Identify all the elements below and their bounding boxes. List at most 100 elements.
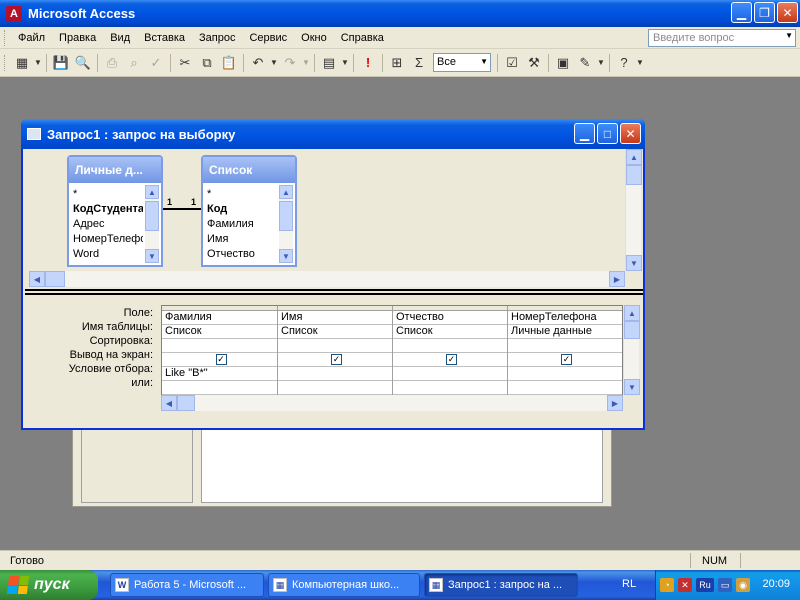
grid-cell-field[interactable]: Фамилия	[162, 311, 277, 325]
grid-cell-table[interactable]: Список	[162, 325, 277, 339]
chevron-down-icon[interactable]: ▼	[480, 57, 488, 66]
chevron-down-icon[interactable]: ▼	[301, 52, 311, 74]
scroll-up-icon[interactable]: ▲	[279, 185, 293, 199]
builder-icon[interactable]: ⚒	[523, 52, 545, 74]
grid-column[interactable]: Отчество Список ✓	[393, 306, 508, 396]
redo-icon[interactable]: ↷	[279, 52, 301, 74]
scroll-down-icon[interactable]: ▼	[624, 379, 640, 395]
minimize-button[interactable]: ▁	[731, 2, 752, 23]
scroll-up-icon[interactable]: ▲	[624, 305, 640, 321]
field-item[interactable]: *	[71, 187, 143, 202]
field-item[interactable]: Word	[71, 247, 143, 262]
new-object-icon[interactable]: ✎	[574, 52, 596, 74]
field-item[interactable]: Код	[205, 202, 277, 217]
scroll-up-icon[interactable]: ▲	[626, 149, 642, 165]
table-pane-vscroll[interactable]: ▲ ▼	[625, 149, 642, 271]
chevron-down-icon[interactable]: ▼	[340, 52, 350, 74]
chevron-down-icon[interactable]: ▼	[269, 52, 279, 74]
scroll-down-icon[interactable]: ▼	[279, 249, 293, 263]
field-item[interactable]: Адрес	[71, 217, 143, 232]
field-list-scrollbar[interactable]: ▲ ▼	[145, 185, 159, 263]
query-minimize-button[interactable]: ▁	[574, 123, 595, 144]
scroll-left-icon[interactable]: ◀	[29, 271, 45, 287]
tray-app-icon[interactable]: ◔	[660, 578, 674, 592]
properties-icon[interactable]: ☑	[501, 52, 523, 74]
menu-edit[interactable]: Правка	[52, 32, 103, 44]
scroll-thumb[interactable]	[624, 321, 640, 339]
menu-window[interactable]: Окно	[294, 32, 334, 44]
copy-icon[interactable]: ⧉	[196, 52, 218, 74]
grid-cell-criteria[interactable]	[278, 367, 392, 381]
database-window-icon[interactable]: ▣	[552, 52, 574, 74]
chevron-down-icon[interactable]: ▼	[635, 52, 645, 74]
grid-cell-field[interactable]: Имя	[278, 311, 392, 325]
field-item[interactable]: НомерТелефона	[71, 232, 143, 247]
grid-cell-sort[interactable]	[393, 339, 507, 353]
scroll-up-icon[interactable]: ▲	[145, 185, 159, 199]
close-button[interactable]: ✕	[777, 2, 798, 23]
show-checkbox[interactable]: ✓	[215, 354, 227, 365]
scroll-right-icon[interactable]: ▶	[607, 395, 623, 411]
grid-cell-field[interactable]: Отчество	[393, 311, 507, 325]
help-icon[interactable]: ?	[613, 52, 635, 74]
cut-icon[interactable]: ✂	[174, 52, 196, 74]
task-database[interactable]: ▦ Компьютерная шко...	[268, 573, 420, 597]
grid-cell-criteria[interactable]	[393, 367, 507, 381]
query-window-title-bar[interactable]: Запрос1 : запрос на выборку ▁ □ ✕	[21, 119, 645, 149]
totals-icon[interactable]: Σ	[408, 52, 430, 74]
table-pane-hscroll[interactable]: ◀ ▶	[29, 271, 625, 287]
grid-column[interactable]: Фамилия Список ✓ Like "В*"	[162, 306, 278, 396]
pane-splitter[interactable]	[25, 289, 643, 295]
scroll-down-icon[interactable]: ▼	[145, 249, 159, 263]
run-icon[interactable]: !	[357, 52, 379, 74]
menu-view[interactable]: Вид	[103, 32, 137, 44]
field-item[interactable]: Отчество	[205, 247, 277, 262]
scroll-down-icon[interactable]: ▼	[626, 255, 642, 271]
menu-tools[interactable]: Сервис	[242, 32, 294, 44]
field-item[interactable]: Фамилия	[205, 217, 277, 232]
restore-button[interactable]: ❐	[754, 2, 775, 23]
table-pane[interactable]: Личные д... * КодСтудента Адрес НомерТел…	[25, 149, 643, 287]
grid-cell-or[interactable]	[278, 381, 392, 395]
show-table-icon[interactable]: ⊞	[386, 52, 408, 74]
grid-cell-field[interactable]: НомерТелефона	[508, 311, 622, 325]
grid-cell-sort[interactable]	[278, 339, 392, 353]
field-item[interactable]: Имя	[205, 232, 277, 247]
language-indicator[interactable]: RL	[622, 578, 636, 590]
grid-cell-sort[interactable]	[162, 339, 277, 353]
menu-insert[interactable]: Вставка	[137, 32, 192, 44]
start-button[interactable]: пуск	[0, 570, 98, 600]
chevron-down-icon[interactable]: ▼	[596, 52, 606, 74]
field-list-scrollbar[interactable]: ▲ ▼	[279, 185, 293, 263]
show-checkbox[interactable]: ✓	[446, 354, 457, 365]
table-header[interactable]: Список	[203, 157, 295, 183]
grid-cell-sort[interactable]	[508, 339, 622, 353]
scroll-thumb[interactable]	[177, 395, 195, 411]
design-grid[interactable]: Фамилия Список ✓ Like "В*" Имя Список ✓	[161, 305, 623, 396]
ask-question-input[interactable]: Введите вопрос ▼	[648, 29, 796, 47]
field-item[interactable]: КодСтудента	[71, 202, 143, 217]
relation-line[interactable]	[163, 208, 203, 210]
menu-file[interactable]: Файл	[11, 32, 52, 44]
top-values-combo[interactable]: Все ▼	[433, 53, 491, 72]
grid-cell-or[interactable]	[162, 381, 277, 395]
menu-grip[interactable]	[4, 29, 7, 46]
chevron-down-icon[interactable]: ▼	[785, 31, 793, 40]
grid-cell-table[interactable]: Личные данные	[508, 325, 622, 339]
grid-cell-table[interactable]: Список	[393, 325, 507, 339]
task-word[interactable]: W Работа 5 - Microsoft ...	[110, 573, 264, 597]
table-header[interactable]: Личные д...	[69, 157, 161, 183]
grid-cell-or[interactable]	[393, 381, 507, 395]
grid-column[interactable]: НомерТелефона Личные данные ✓	[508, 306, 622, 396]
scroll-thumb[interactable]	[145, 201, 159, 231]
spelling-icon[interactable]: ✓	[145, 52, 167, 74]
menu-query[interactable]: Запрос	[192, 32, 242, 44]
scroll-right-icon[interactable]: ▶	[609, 271, 625, 287]
app-title-bar[interactable]: A Microsoft Access ▁ ❐ ✕	[0, 0, 800, 27]
scroll-thumb[interactable]	[626, 165, 642, 185]
chevron-down-icon[interactable]: ▼	[33, 52, 43, 74]
preview-icon[interactable]: ⌕	[123, 52, 145, 74]
save-icon[interactable]: 💾	[50, 52, 72, 74]
tray-monitor-icon[interactable]: ▭	[718, 578, 732, 592]
grid-cell-criteria[interactable]	[508, 367, 622, 381]
